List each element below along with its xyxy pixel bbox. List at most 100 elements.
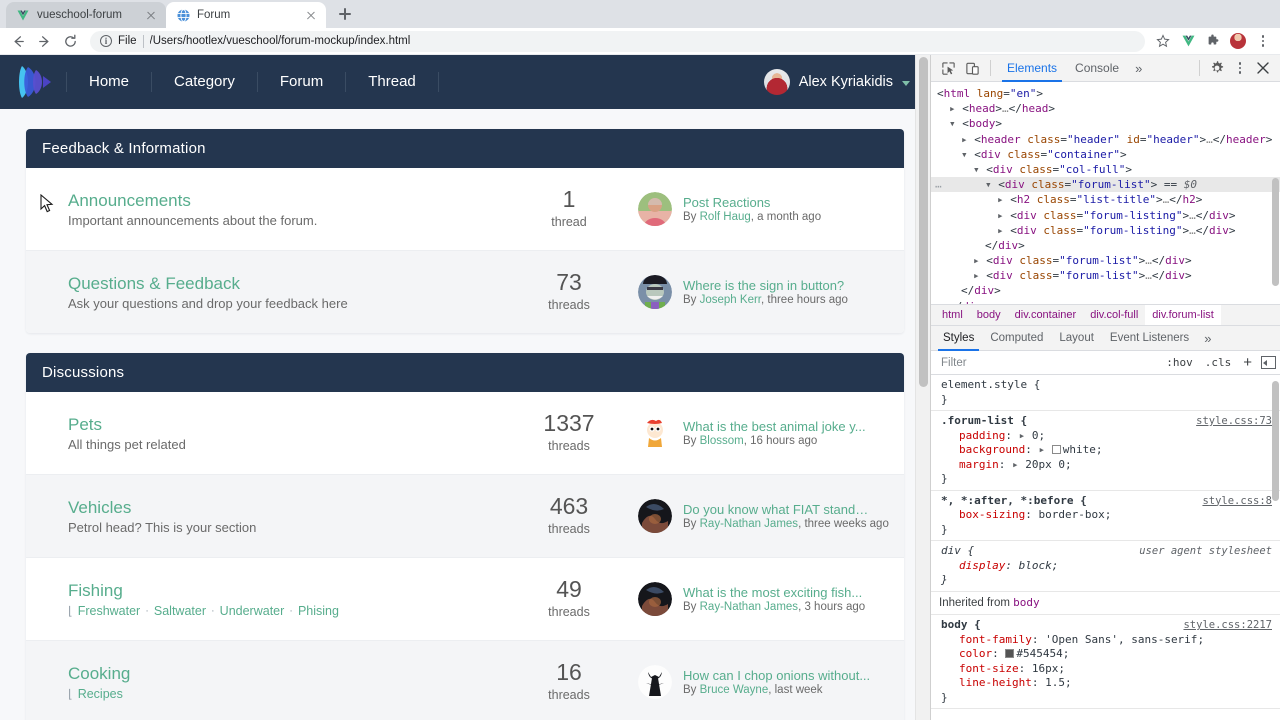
dom-node[interactable]: ▸ <h2 class="list-title">…</h2> [931,192,1280,207]
thread-author-link[interactable]: Ray-Nathan James [700,601,798,613]
rule-selector[interactable]: element.style { [941,378,1272,393]
style-declaration[interactable]: box-sizing: border-box; [941,508,1272,523]
rule-source[interactable]: style.css:73 [1196,414,1272,429]
style-rule[interactable]: user agent stylesheet div {display: block… [931,541,1280,592]
style-rule[interactable]: style.css:73 .forum-list {padding: ▸ 0; ba… [931,411,1280,491]
dom-node[interactable]: ▾ <div class="container"> [931,147,1280,162]
style-declaration[interactable]: display: block; [941,559,1272,574]
dom-node[interactable]: ▾ <div class="col-full"> [931,162,1280,177]
page-scrollbar-thumb[interactable] [919,57,928,387]
forum-name-link[interactable]: Questions & Feedback [68,273,522,296]
dom-node[interactable]: ▸ <div class="forum-list">…</div> [931,268,1280,283]
forum-listing[interactable]: Questions & Feedback Ask your questions … [26,251,904,333]
vueschool-logo-icon[interactable] [14,62,58,102]
tab-event-listeners[interactable]: Event Listeners [1102,326,1197,351]
breadcrumb-item-body[interactable]: body [970,305,1008,325]
reload-button[interactable] [58,29,83,54]
dom-tree-scrollbar-thumb[interactable] [1272,178,1279,286]
nav-item-thread[interactable]: Thread [346,72,439,92]
dom-node[interactable]: ▸ <div class="forum-listing">…</div> [931,223,1280,238]
star-icon[interactable] [1152,30,1174,52]
toggle-element-state-icon[interactable] [1261,356,1276,369]
breadcrumb-item-container[interactable]: div.container [1008,305,1084,325]
page-scrollbar[interactable] [915,55,930,720]
style-declaration[interactable]: font-size: 16px; [941,662,1272,677]
chrome-menu-kebab-icon[interactable] [1252,30,1274,52]
style-declaration[interactable]: font-family: 'Open Sans', sans-serif; [941,633,1272,648]
dom-tree[interactable]: <html lang="en"> ▸ <head>…</head> ▾ <body>… [931,82,1280,304]
more-panels-chevron-icon[interactable]: » [1128,61,1149,76]
page-info-icon[interactable]: i [100,35,112,47]
forum-name-link[interactable]: Vehicles [68,497,522,520]
dom-node[interactable]: </div> [931,238,1280,253]
thread-title-link[interactable]: Post Reactions [683,195,821,210]
new-style-rule-button[interactable]: + [1240,354,1255,371]
thread-author-link[interactable]: Rolf Haug [700,211,751,223]
nav-item-category[interactable]: Category [152,72,258,92]
style-rule[interactable]: style.css:8 *, *:after, *:before {box-siz… [931,491,1280,541]
style-rule[interactable]: style.css:2217 body {font-family: 'Open S… [931,615,1280,709]
forum-listing[interactable]: Fishing ⌊ Freshwater · Saltwater · Under… [26,558,904,641]
nav-item-home[interactable]: Home [66,72,153,92]
hover-state-button[interactable]: :hov [1163,356,1196,369]
dom-node[interactable]: </div> [931,283,1280,298]
dom-node[interactable]: ▾ <body> [931,116,1280,131]
forum-listing[interactable]: Pets All things pet related 1337 threads [26,392,904,475]
rule-source[interactable]: style.css:2217 [1183,618,1272,633]
close-devtools-icon[interactable] [1252,57,1274,79]
rule-source[interactable]: style.css:8 [1202,494,1272,509]
style-declaration[interactable]: line-height: 1.5; [941,676,1272,691]
forum-name-link[interactable]: Cooking [68,663,522,686]
class-toggle-button[interactable]: .cls [1202,356,1235,369]
tab-styles[interactable]: Styles [935,326,982,351]
dom-node[interactable]: ▸ <header class="header" id="header">…</… [931,132,1280,147]
tab-computed[interactable]: Computed [982,326,1051,351]
browser-tab-0[interactable]: vueschool-forum [6,2,166,28]
forum-name-link[interactable]: Fishing [68,580,522,603]
breadcrumb-item-html[interactable]: html [935,305,970,325]
subforum-link[interactable]: Saltwater [154,604,206,618]
breadcrumb-item-forum-list[interactable]: div.forum-list [1145,305,1221,325]
style-declaration[interactable]: background: ▸ white; [941,443,1272,458]
thread-author-link[interactable]: Ray-Nathan James [700,518,798,530]
address-bar[interactable]: i File /Users/hootlex/vueschool/forum-mo… [90,30,1145,52]
forum-name-link[interactable]: Pets [68,414,522,437]
style-declaration[interactable]: color: #545454; [941,647,1272,662]
new-tab-button[interactable] [332,1,358,27]
style-declaration[interactable]: padding: ▸ 0; [941,429,1272,444]
rule-source[interactable]: user agent stylesheet [1139,544,1272,559]
thread-author-link[interactable]: Joseph Kerr [700,294,761,306]
nav-item-forum[interactable]: Forum [258,72,347,92]
thread-author-link[interactable]: Blossom [700,435,744,447]
thread-author-link[interactable]: Bruce Wayne [700,684,769,696]
forward-button[interactable] [32,29,57,54]
thread-title-link[interactable]: What is the best animal joke y... [683,419,866,434]
vue-extension-icon[interactable] [1177,30,1199,52]
style-rule[interactable]: element.style {} [931,375,1280,411]
styles-pane-scrollbar-thumb[interactable] [1272,381,1279,501]
inspect-element-icon[interactable] [937,57,959,79]
thread-title-link[interactable]: What is the most exciting fish... [683,585,865,600]
subforum-link[interactable]: Underwater [220,604,285,618]
subforum-link[interactable]: Freshwater [78,604,141,618]
close-icon[interactable] [144,8,158,22]
dom-node[interactable]: ⋯ ▾ <div class="forum-list"> == $0 [931,177,1280,193]
subforum-link[interactable]: Recipes [78,687,123,701]
thread-title-link[interactable]: Where is the sign in button? [683,278,848,293]
more-sidebar-tabs-chevron-icon[interactable]: » [1197,331,1218,346]
subforum-link[interactable]: Phising [298,604,339,618]
styles-filter-input[interactable] [939,355,1158,370]
device-toolbar-icon[interactable] [961,57,983,79]
dom-node[interactable]: ▸ <head>…</head> [931,101,1280,116]
dom-node[interactable]: ▸ <div class="forum-listing">…</div> [931,208,1280,223]
extensions-puzzle-icon[interactable] [1202,30,1224,52]
settings-gear-icon[interactable] [1206,57,1228,79]
thread-title-link[interactable]: How can I chop onions without... [683,668,870,683]
forum-listing[interactable]: Vehicles Petrol head? This is your secti… [26,475,904,558]
dom-node[interactable]: ▸ <div class="forum-list">…</div> [931,253,1280,268]
tab-console[interactable]: Console [1066,55,1128,82]
forum-name-link[interactable]: Announcements [68,190,522,213]
user-menu[interactable]: Alex Kyriakidis [763,69,910,95]
thread-title-link[interactable]: Do you know what FIAT stands f... [683,502,873,517]
forum-listing[interactable]: Announcements Important announcements ab… [26,168,904,251]
